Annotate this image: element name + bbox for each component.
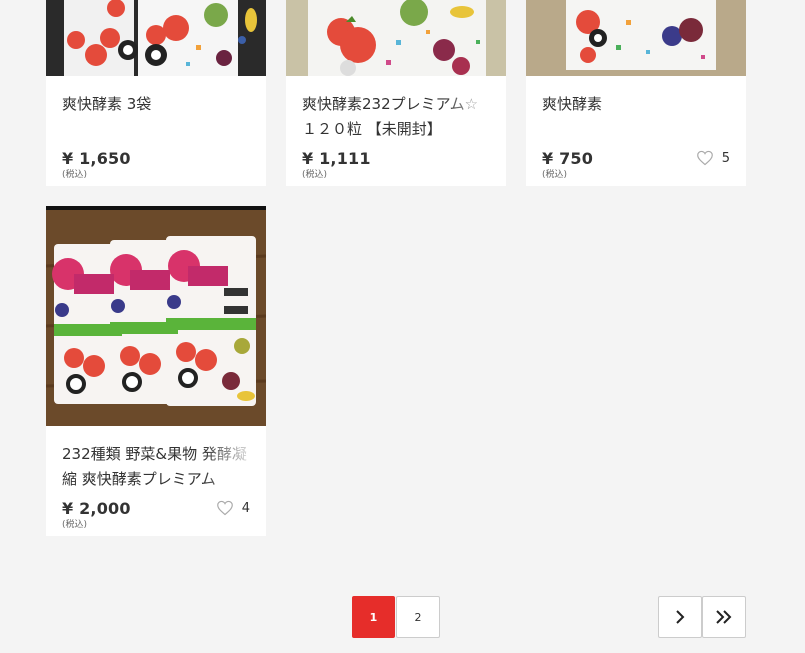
like-counter[interactable]: 5 <box>696 150 730 166</box>
product-price: ¥ 1,111 <box>302 149 371 168</box>
product-card[interactable]: 爽快酵素 ¥ 750 (税込) 5 <box>526 0 746 186</box>
page-1-button[interactable]: 1 <box>352 596 395 638</box>
product-title[interactable]: 爽快酵素 <box>542 92 730 117</box>
product-title[interactable]: 232種類 野菜&果物 発酵凝縮 爽快酵素プレミアム <box>62 442 250 492</box>
chevron-right-icon <box>676 610 685 624</box>
product-title[interactable]: 爽快酵素 3袋 <box>62 92 250 117</box>
product-card[interactable]: 爽快酵素232プレミアム☆ １２０粒 【未開封】 ¥ 1,111 (税込) <box>286 0 506 186</box>
product-price: ¥ 2,000 <box>62 499 131 518</box>
product-card[interactable]: 爽快酵素 3袋 ¥ 1,650 (税込) <box>46 0 266 186</box>
product-image[interactable] <box>46 0 266 76</box>
product-image[interactable] <box>46 206 266 426</box>
tax-label: (税込) <box>542 170 568 180</box>
tax-label: (税込) <box>302 170 328 180</box>
heart-icon[interactable] <box>696 150 714 166</box>
like-count: 4 <box>241 500 250 516</box>
product-title[interactable]: 爽快酵素232プレミアム☆ １２０粒 【未開封】 <box>302 92 490 142</box>
heart-icon[interactable] <box>216 500 234 516</box>
tax-label: (税込) <box>62 170 88 180</box>
product-image[interactable] <box>526 0 746 76</box>
product-card[interactable]: 232種類 野菜&果物 発酵凝縮 爽快酵素プレミアム ¥ 2,000 (税込) … <box>46 206 266 536</box>
product-image[interactable] <box>286 0 506 76</box>
double-chevron-right-icon <box>716 610 732 624</box>
like-count: 5 <box>721 150 730 166</box>
product-price: ¥ 1,650 <box>62 149 131 168</box>
tax-label: (税込) <box>62 520 88 530</box>
page-2-button[interactable]: 2 <box>396 596 440 638</box>
like-counter[interactable]: 4 <box>216 500 250 516</box>
last-page-button[interactable] <box>702 596 746 638</box>
product-price: ¥ 750 <box>542 149 594 168</box>
next-page-button[interactable] <box>658 596 702 638</box>
